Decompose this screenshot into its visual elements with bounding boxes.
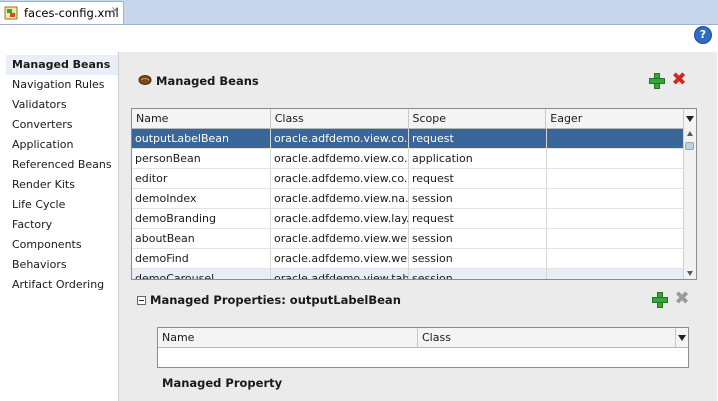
- column-header-name[interactable]: Name: [158, 328, 418, 347]
- cell-class: oracle.adfdemo.view.co...: [271, 129, 409, 148]
- cell-scope: session: [409, 229, 547, 248]
- nav-item-behaviors[interactable]: Behaviors: [6, 255, 118, 275]
- scroll-down-icon[interactable]: [687, 271, 693, 276]
- cell-eager: [547, 269, 685, 279]
- table-row[interactable]: demoIndex oracle.adfdemo.view.na... sess…: [132, 189, 696, 209]
- managed-beans-title: Managed Beans: [156, 74, 259, 88]
- add-property-icon[interactable]: [651, 291, 668, 308]
- cell-eager: [547, 249, 685, 268]
- scroll-thumb[interactable]: [685, 142, 694, 150]
- chevron-down-icon: [678, 335, 686, 341]
- table-row[interactable]: demoFind oracle.adfdemo.view.we... sessi…: [132, 249, 696, 269]
- cell-eager: [547, 189, 685, 208]
- cell-class: oracle.adfdemo.view.co...: [271, 169, 409, 188]
- cell-name: outputLabelBean: [132, 129, 271, 148]
- cell-scope: request: [409, 209, 547, 228]
- cell-eager: [547, 209, 685, 228]
- cell-class: oracle.adfdemo.view.co...: [271, 149, 409, 168]
- xml-file-icon: [4, 6, 18, 20]
- cell-class: oracle.adfdemo.view.we...: [271, 249, 409, 268]
- tab-faces-config[interactable]: faces-config.xml ×: [0, 1, 124, 24]
- cell-class: oracle.adfdemo.view.lay...: [271, 209, 409, 228]
- cell-eager: [547, 129, 685, 148]
- tab-title: faces-config.xml: [24, 6, 119, 20]
- table-row[interactable]: outputLabelBean oracle.adfdemo.view.co..…: [132, 129, 696, 149]
- cell-scope: session: [409, 269, 547, 279]
- cell-name: editor: [132, 169, 271, 188]
- scroll-up-icon[interactable]: [687, 131, 693, 136]
- nav-item-validators[interactable]: Validators: [6, 95, 118, 115]
- cell-name: demoCarousel: [132, 269, 271, 279]
- table-row[interactable]: demoBranding oracle.adfdemo.view.lay... …: [132, 209, 696, 229]
- managed-property-subtitle: Managed Property: [162, 376, 283, 390]
- cell-scope: application: [409, 149, 547, 168]
- column-header-eager[interactable]: Eager: [546, 109, 684, 128]
- beans-table-body: outputLabelBean oracle.adfdemo.view.co..…: [132, 129, 696, 279]
- cell-scope: session: [409, 189, 547, 208]
- cell-class: oracle.adfdemo.view.we...: [271, 229, 409, 248]
- column-header-name[interactable]: Name: [132, 109, 271, 128]
- delete-bean-icon[interactable]: ✖: [671, 71, 687, 89]
- nav-item-factory[interactable]: Factory: [6, 215, 118, 235]
- cell-name: aboutBean: [132, 229, 271, 248]
- managed-properties-title: Managed Properties: outputLabelBean: [150, 293, 401, 307]
- nav-item-referenced-beans[interactable]: Referenced Beans: [6, 155, 118, 175]
- column-menu-button[interactable]: [676, 328, 688, 347]
- nav-item-application[interactable]: Application: [6, 135, 118, 155]
- nav-item-navigation-rules[interactable]: Navigation Rules: [6, 75, 118, 95]
- column-header-scope[interactable]: Scope: [409, 109, 547, 128]
- bean-icon: [138, 74, 152, 86]
- table-row[interactable]: editor oracle.adfdemo.view.co... request: [132, 169, 696, 189]
- column-header-class[interactable]: Class: [418, 328, 676, 347]
- nav-item-life-cycle[interactable]: Life Cycle: [6, 195, 118, 215]
- overview-navigation: Managed Beans Navigation Rules Validator…: [6, 55, 118, 401]
- close-tab-icon[interactable]: ×: [111, 5, 119, 16]
- nav-item-artifact-ordering[interactable]: Artifact Ordering: [6, 275, 118, 295]
- cell-class: oracle.adfdemo.view.na...: [271, 189, 409, 208]
- managed-properties-table: Name Class: [157, 327, 689, 368]
- cell-scope: session: [409, 249, 547, 268]
- nav-item-managed-beans[interactable]: Managed Beans: [6, 55, 118, 75]
- cell-name: personBean: [132, 149, 271, 168]
- delete-property-icon[interactable]: ✖: [674, 290, 690, 308]
- editor-toolbar: [0, 25, 718, 47]
- beans-table-header: Name Class Scope Eager: [132, 109, 696, 129]
- cell-name: demoFind: [132, 249, 271, 268]
- chevron-down-icon: [686, 116, 694, 122]
- table-row[interactable]: demoCarousel oracle.adfdemo.view.tab... …: [132, 269, 696, 279]
- cell-name: demoBranding: [132, 209, 271, 228]
- cell-scope: request: [409, 169, 547, 188]
- nav-item-render-kits[interactable]: Render Kits: [6, 175, 118, 195]
- cell-scope: request: [409, 129, 547, 148]
- cell-eager: [547, 169, 685, 188]
- properties-table-header: Name Class: [158, 328, 688, 348]
- managed-beans-table: Name Class Scope Eager outputLabelBean o…: [131, 108, 697, 280]
- collapse-properties-icon[interactable]: [137, 296, 146, 305]
- column-header-class[interactable]: Class: [271, 109, 409, 128]
- cell-name: demoIndex: [132, 189, 271, 208]
- editor-tab-strip: faces-config.xml ×: [0, 0, 718, 25]
- nav-item-components[interactable]: Components: [6, 235, 118, 255]
- cell-eager: [547, 149, 685, 168]
- nav-item-converters[interactable]: Converters: [6, 115, 118, 135]
- help-icon[interactable]: ?: [694, 26, 712, 44]
- cell-eager: [547, 229, 685, 248]
- table-row[interactable]: personBean oracle.adfdemo.view.co... app…: [132, 149, 696, 169]
- table-row[interactable]: aboutBean oracle.adfdemo.view.we... sess…: [132, 229, 696, 249]
- add-bean-icon[interactable]: [648, 72, 665, 89]
- column-menu-button[interactable]: [684, 109, 696, 128]
- beans-table-scrollbar[interactable]: [683, 128, 696, 279]
- cell-class: oracle.adfdemo.view.tab...: [271, 269, 409, 279]
